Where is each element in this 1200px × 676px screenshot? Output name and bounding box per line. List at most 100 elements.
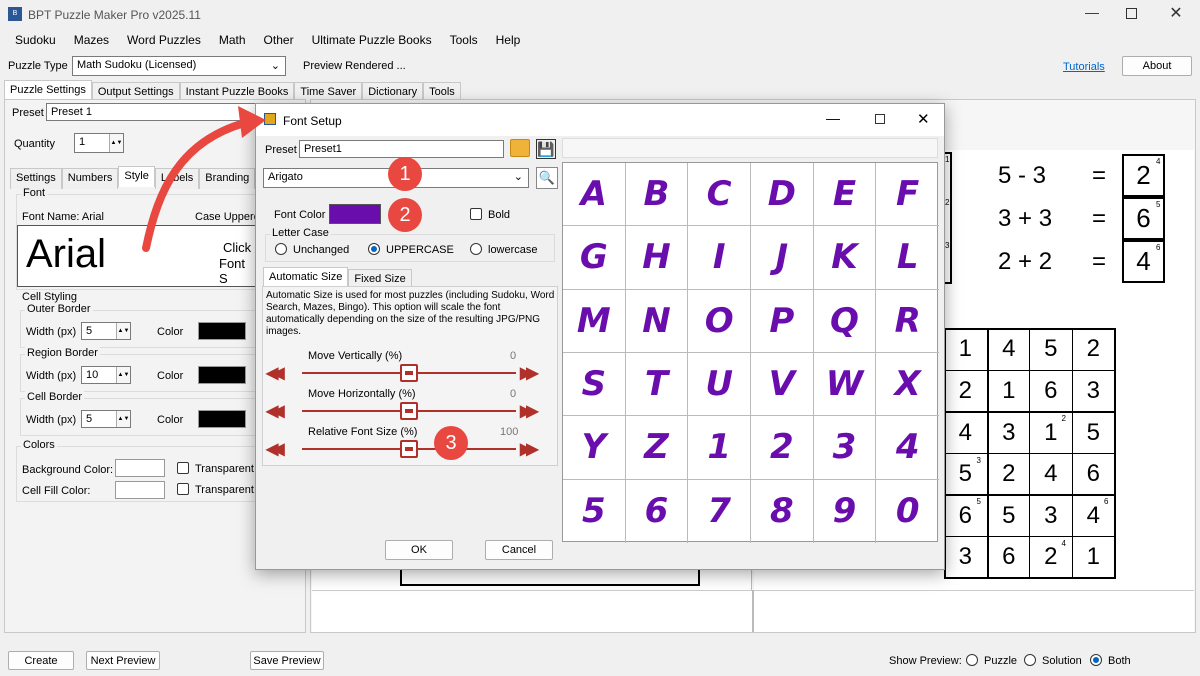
outer-color-swatch[interactable] xyxy=(198,322,246,340)
menu-tools[interactable]: Tools xyxy=(441,33,487,47)
grid-cell: 3 xyxy=(944,535,987,578)
glyph-cell: Z xyxy=(625,416,689,480)
tab-automatic-size[interactable]: Automatic Size xyxy=(263,267,349,288)
grid-value: 1 xyxy=(1086,542,1100,570)
grid-value: 5 xyxy=(958,459,972,487)
dialog-minimize-icon[interactable]: — xyxy=(826,110,840,126)
double-arrow-right-icon[interactable]: ▶▶ xyxy=(520,439,538,459)
glyph-cell: A xyxy=(563,163,626,227)
tab-puzzle-settings[interactable]: Puzzle Settings xyxy=(4,80,92,101)
font-preview-text: Arial xyxy=(26,232,107,276)
ok-button[interactable]: OK xyxy=(385,540,453,560)
menu-sudoku[interactable]: Sudoku xyxy=(6,33,65,47)
glyph-cell: Q xyxy=(813,289,877,353)
font-color-swatch[interactable] xyxy=(329,204,381,224)
dialog-preset-input[interactable]: Preset1 xyxy=(299,140,504,158)
about-button[interactable]: About xyxy=(1122,56,1192,76)
show-puzzle-radio[interactable] xyxy=(966,654,978,666)
cancel-button[interactable]: Cancel xyxy=(485,540,553,560)
glyph-char: 1 xyxy=(707,427,731,468)
menu-ultimate-puzzle-books[interactable]: Ultimate Puzzle Books xyxy=(303,33,441,47)
spinner-icon[interactable]: ▲▼ xyxy=(116,411,130,427)
slider-label: Move Horizontally (%) xyxy=(308,388,416,400)
glyph-cell: N xyxy=(625,289,689,353)
grid-value: 3 xyxy=(958,542,972,570)
next-preview-button[interactable]: Next Preview xyxy=(86,651,160,670)
bg-transparent-checkbox[interactable] xyxy=(177,462,189,474)
show-solution-radio[interactable] xyxy=(1024,654,1036,666)
dialog-close-icon[interactable]: ✕ xyxy=(917,110,930,128)
region-color-swatch[interactable] xyxy=(198,366,246,384)
maximize-icon[interactable] xyxy=(1126,8,1137,19)
show-both-radio[interactable] xyxy=(1090,654,1102,666)
case-unchanged-radio[interactable] xyxy=(275,243,287,255)
save-preview-button[interactable]: Save Preview xyxy=(250,651,324,670)
slider-thumb[interactable] xyxy=(400,440,418,458)
grid-cell: 5 xyxy=(1071,411,1114,453)
glyph-cell: U xyxy=(688,353,751,417)
spinner-icon[interactable]: ▲▼ xyxy=(109,134,123,152)
menu-word-puzzles[interactable]: Word Puzzles xyxy=(118,33,210,47)
window-title: BPT Puzzle Maker Pro v2025.11 xyxy=(28,8,201,22)
case-lowercase-radio[interactable] xyxy=(470,243,482,255)
search-icon[interactable]: 🔍 xyxy=(536,167,558,189)
folder-icon[interactable] xyxy=(510,139,530,157)
double-arrow-left-icon[interactable]: ◀◀ xyxy=(266,401,284,421)
spinner-icon[interactable]: ▲▼ xyxy=(116,367,130,383)
menu-math[interactable]: Math xyxy=(210,33,255,47)
chevron-down-icon: ⌄ xyxy=(270,60,280,72)
menu-other[interactable]: Other xyxy=(255,33,303,47)
cell-width-stepper[interactable]: 5 ▲▼ xyxy=(81,410,131,428)
tutorials-link[interactable]: Tutorials xyxy=(1063,61,1105,73)
dialog-maximize-icon[interactable] xyxy=(875,114,885,124)
outer-width-stepper[interactable]: 5 ▲▼ xyxy=(81,322,131,340)
grid-value: 6 xyxy=(958,501,972,529)
spinner-icon[interactable]: ▲▼ xyxy=(116,323,130,339)
bold-checkbox[interactable] xyxy=(470,208,482,220)
callout-badge-3: 3 xyxy=(434,426,468,460)
cell-fill-swatch[interactable] xyxy=(115,481,165,499)
cell-border-title: Cell Border xyxy=(25,391,85,403)
puzzle-type-select[interactable]: Math Sudoku (Licensed) ⌄ xyxy=(72,56,286,76)
fill-transparent-checkbox[interactable] xyxy=(177,483,189,495)
quantity-stepper[interactable]: 1 ▲▼ xyxy=(74,133,124,153)
grid-sup: 3 xyxy=(976,455,981,465)
grid-cell: 5 xyxy=(1029,328,1072,370)
menu-mazes[interactable]: Mazes xyxy=(65,33,118,47)
create-button[interactable]: Create xyxy=(8,651,74,670)
close-icon[interactable]: ✕ xyxy=(1166,3,1186,23)
grid-sup: 4 xyxy=(1061,538,1066,548)
region-border-title: Region Border xyxy=(25,347,100,359)
save-icon[interactable]: 💾 xyxy=(536,139,556,159)
equation-equals: = xyxy=(1092,162,1107,189)
glyph-cell: X xyxy=(876,353,939,417)
double-arrow-right-icon[interactable]: ▶▶ xyxy=(520,401,538,421)
slider-thumb[interactable] xyxy=(400,402,418,420)
bg-color-swatch[interactable] xyxy=(115,459,165,477)
grid-cell: 1 xyxy=(944,328,987,370)
cell-width-value: 5 xyxy=(86,413,93,425)
menu-help[interactable]: Help xyxy=(487,33,530,47)
tab-settings[interactable]: Settings xyxy=(10,168,62,189)
double-arrow-left-icon[interactable]: ◀◀ xyxy=(266,439,284,459)
glyph-cell: 7 xyxy=(688,479,751,543)
case-uppercase-radio[interactable] xyxy=(368,243,380,255)
double-arrow-right-icon[interactable]: ▶▶ xyxy=(520,363,538,383)
outer-width-value: 5 xyxy=(86,325,93,337)
grid-value: 4 xyxy=(1044,459,1058,487)
app-icon: B xyxy=(8,7,22,21)
slider-label: Move Vertically (%) xyxy=(308,350,403,362)
glyph-char: Q xyxy=(830,300,859,341)
slider-thumb[interactable] xyxy=(400,364,418,382)
double-arrow-left-icon[interactable]: ◀◀ xyxy=(266,363,284,383)
grid-value: 2 xyxy=(1044,542,1058,570)
glyph-cell: E xyxy=(813,163,877,227)
glyph-char: G xyxy=(579,237,608,278)
region-width-stepper[interactable]: 10 ▲▼ xyxy=(81,366,131,384)
cell-color-swatch[interactable] xyxy=(198,410,246,428)
grid-sup: 5 xyxy=(976,497,981,506)
minimize-icon[interactable]: — xyxy=(1080,4,1104,24)
grid-cell: 5 xyxy=(986,494,1029,536)
tab-numbers[interactable]: Numbers xyxy=(61,168,119,189)
grid-cell: 2 xyxy=(944,369,987,412)
